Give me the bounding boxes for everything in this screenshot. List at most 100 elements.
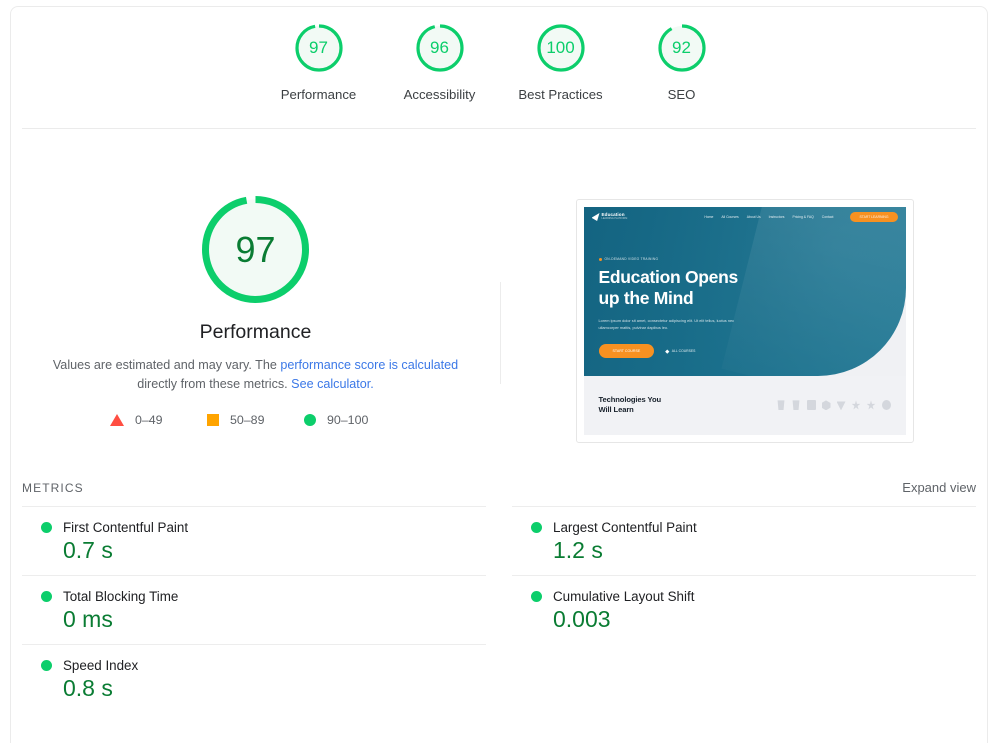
metric-item[interactable]: Cumulative Layout Shift 0.003	[512, 575, 976, 644]
category-label: Accessibility	[403, 87, 476, 102]
legend-item-pass: 90–100	[304, 413, 401, 427]
badge-text: ON-DEMAND VIDEO TRAINING	[604, 257, 659, 261]
nav-item-about-us: About Us	[746, 215, 761, 219]
metrics-section-title: METRICS	[22, 480, 84, 495]
gauge-score-value: 97	[309, 38, 328, 57]
final-screenshot-thumbnail[interactable]: Education LEARNING PLATFORM Home All Cou…	[575, 199, 914, 443]
thumbnail-content: Education LEARNING PLATFORM Home All Cou…	[583, 207, 906, 435]
circle-green-icon	[41, 591, 52, 602]
node-icon	[866, 400, 876, 410]
legend-item-fail: 0–49	[110, 413, 207, 427]
category-score-best-practices[interactable]: 100 Best Practices	[500, 21, 621, 102]
metric-label: First Contentful Paint	[63, 520, 189, 535]
performance-description: Values are estimated and may vary. The p…	[46, 356, 466, 394]
link-dot-icon	[665, 349, 670, 353]
logo-tagline: LEARNING PLATFORM	[601, 217, 628, 221]
angular-icon	[881, 400, 891, 411]
thumbnail-hero-actions: START COURSE ALL COURSES	[598, 344, 695, 358]
metric-value: 0.8 s	[63, 675, 113, 701]
thumbnail-hero-paragraph: Lorem ipsum dolor sit amet, consectetur …	[598, 318, 735, 331]
legend-range: 50–89	[230, 413, 265, 427]
circle-green-icon	[531, 591, 542, 602]
category-score-performance[interactable]: 97 Performance	[258, 21, 379, 102]
expand-view-button[interactable]: Expand view	[902, 480, 976, 495]
gear-icon	[851, 400, 861, 410]
footer-title-line1: Technologies You	[598, 395, 662, 405]
gauge-ring-performance-large: 97	[197, 191, 314, 308]
triangle-red-icon	[110, 414, 124, 426]
category-label: SEO	[667, 87, 696, 102]
react-icon	[821, 400, 831, 411]
circle-green-icon	[41, 660, 52, 671]
metric-value: 0 ms	[63, 606, 113, 632]
gauge-ring-performance: 97	[292, 21, 346, 75]
vue-icon	[836, 401, 846, 411]
metrics-grid: First Contentful Paint 0.7 s Total Block…	[22, 506, 976, 713]
see-calculator-link[interactable]: See calculator.	[291, 377, 374, 391]
metric-item[interactable]: Speed Index 0.8 s	[22, 644, 486, 713]
thumbnail-footer-title: Technologies You Will Learn	[599, 395, 662, 416]
gauge-score-value: 96	[430, 38, 449, 57]
nav-cta-button: START LEARNING	[850, 212, 898, 222]
footer-title-line2: Will Learn	[598, 405, 634, 415]
javascript-icon	[806, 400, 816, 411]
metric-value: 1.2 s	[553, 537, 603, 563]
performance-panel-title: Performance	[199, 321, 312, 343]
gauge-score-value: 92	[672, 38, 691, 57]
legend-item-average: 50–89	[207, 413, 304, 427]
circle-green-icon	[41, 522, 52, 533]
category-score-seo[interactable]: 92 SEO	[621, 21, 742, 102]
thumbnail-hero-section: Education LEARNING PLATFORM Home All Cou…	[583, 207, 906, 376]
logo-mark-icon	[591, 213, 600, 221]
circle-green-icon	[304, 414, 316, 426]
header-divider	[22, 128, 976, 129]
thumbnail-hero-badge: ON-DEMAND VIDEO TRAINING	[598, 257, 659, 261]
thumbnail-navbar: Education LEARNING PLATFORM Home All Cou…	[584, 207, 906, 227]
thumbnail-tech-icons	[777, 400, 891, 411]
metric-value: 0.003	[553, 606, 611, 632]
metric-label: Cumulative Layout Shift	[553, 589, 695, 604]
metric-label: Total Blocking Time	[63, 589, 179, 604]
gauge-score-value: 100	[546, 38, 575, 57]
category-score-accessibility[interactable]: 96 Accessibility	[379, 21, 500, 102]
metric-label: Speed Index	[63, 658, 139, 673]
css3-icon	[792, 400, 800, 411]
report-card: 97 Performance 96 Accessibility 100 Best…	[10, 6, 988, 743]
metrics-column-right: Largest Contentful Paint 1.2 s Cumulativ…	[512, 506, 976, 713]
thumbnail-footer-section: Technologies You Will Learn	[583, 375, 906, 435]
metric-item[interactable]: Total Blocking Time 0 ms	[22, 575, 486, 644]
thumbnail-logo: Education LEARNING PLATFORM	[591, 212, 628, 221]
metric-item[interactable]: First Contentful Paint 0.7 s	[22, 506, 486, 575]
category-scores-strip: 97 Performance 96 Accessibility 100 Best…	[11, 21, 989, 102]
hero-heading-line1: Education Opens	[598, 267, 739, 287]
nav-item-pricing-faq: Pricing & FAQ	[792, 215, 814, 219]
metric-item[interactable]: Largest Contentful Paint 1.2 s	[512, 506, 976, 575]
category-label: Performance	[280, 87, 357, 102]
square-orange-icon	[207, 414, 219, 426]
nav-item-all-courses: All Courses	[721, 215, 739, 219]
metric-value: 0.7 s	[63, 537, 113, 563]
description-text-part1: Values are estimated and may vary. The	[52, 358, 281, 372]
performance-score-value: 97	[235, 228, 276, 270]
metric-label: Largest Contentful Paint	[553, 520, 697, 535]
metrics-column-left: First Contentful Paint 0.7 s Total Block…	[22, 506, 486, 713]
hero-all-courses-link: ALL COURSES	[665, 349, 695, 353]
legend-range: 0–49	[135, 413, 163, 427]
badge-dot-icon	[598, 257, 602, 261]
lighthouse-report-page: 97 Performance 96 Accessibility 100 Best…	[0, 0, 1000, 743]
gauge-ring-seo: 92	[655, 21, 709, 75]
metrics-header: METRICS Expand view	[22, 480, 976, 495]
gauge-ring-accessibility: 96	[413, 21, 467, 75]
screenshot-panel: Education LEARNING PLATFORM Home All Cou…	[500, 137, 989, 443]
performance-score-panel: 97 Performance Values are estimated and …	[11, 137, 500, 427]
html5-icon	[777, 400, 785, 411]
thumbnail-hero-heading: Education Opens up the Mind	[598, 267, 739, 308]
nav-item-instructors: Instructors	[768, 215, 785, 219]
performance-score-calculated-link[interactable]: performance score is calculated	[280, 358, 458, 372]
performance-overview-row: 97 Performance Values are estimated and …	[11, 137, 989, 472]
score-legend: 0–49 50–89 90–100	[110, 413, 401, 427]
nav-item-home: Home	[704, 215, 714, 219]
gauge-ring-best-practices: 100	[534, 21, 588, 75]
nav-item-contact: Contact	[821, 215, 834, 219]
legend-range: 90–100	[327, 413, 369, 427]
